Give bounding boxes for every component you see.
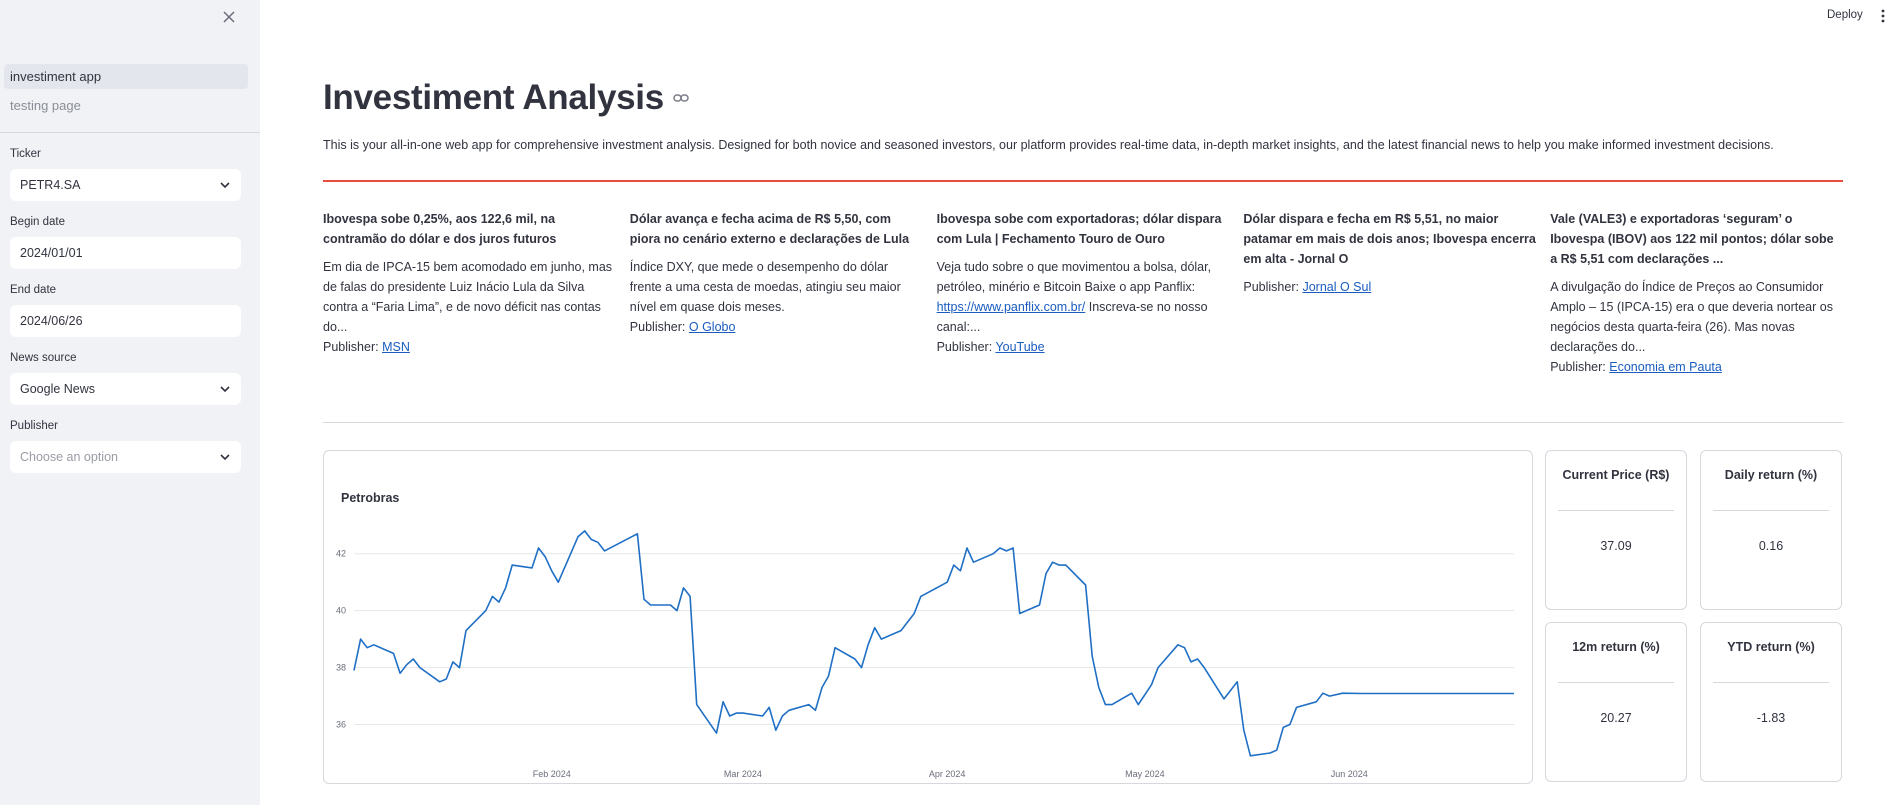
main-menu-icon[interactable] [1880, 9, 1886, 23]
metric-card-current-price: Current Price (R$) 37.09 [1545, 450, 1687, 610]
news-title: Dólar dispara e fecha em R$ 5,51, no mai… [1243, 212, 1536, 266]
y-tick-label: 42 [336, 549, 346, 559]
ticker-select[interactable]: PETR4.SA [10, 169, 241, 201]
end-date-label: End date [10, 284, 57, 296]
begin-date-input[interactable]: 2024/01/01 [10, 237, 241, 269]
y-tick-label: 40 [336, 606, 346, 616]
metric-label: 12m return (%) [1572, 640, 1660, 654]
news-item: Vale (VALE3) e exportadoras ‘seguram’ o … [1550, 209, 1843, 377]
metric-divider [1713, 682, 1829, 683]
price-chart[interactable]: 36 38 40 42 Feb 2024 Mar 2024 Apr 2024 May 2024… [324, 451, 1532, 783]
news-description: Índice DXY, que mede o desempenho do dól… [629, 260, 901, 314]
news-title: Ibovespa sobe 0,25%, aos 122,6 mil, na c… [323, 212, 557, 246]
metric-label: Current Price (R$) [1562, 468, 1670, 482]
metric-value: 37.09 [1600, 539, 1632, 553]
metric-label: YTD return (%) [1727, 640, 1815, 654]
news-publisher: Publisher: Economia em Pauta [1550, 357, 1843, 377]
metric-divider [1713, 510, 1829, 511]
end-date-input[interactable]: 2024/06/26 [10, 305, 241, 337]
header-divider [323, 180, 1843, 182]
metric-value: -1.83 [1756, 711, 1786, 725]
begin-date-label: Begin date [10, 216, 65, 228]
publisher-select[interactable]: Choose an option [10, 441, 241, 473]
publisher-placeholder: Choose an option [20, 450, 118, 464]
news-row: Ibovespa sobe 0,25%, aos 122,6 mil, na c… [323, 209, 1843, 377]
publisher-link[interactable]: Economia em Pauta [1609, 360, 1722, 374]
news-title: Ibovespa sobe com exportadoras; dólar di… [936, 212, 1222, 246]
metric-card-daily-return: Daily return (%) 0.16 [1700, 450, 1842, 610]
x-tick-label: Feb 2024 [533, 769, 571, 779]
metric-card-ytd-return: YTD return (%) -1.83 [1700, 622, 1842, 782]
news-publisher: Publisher: MSN [323, 337, 616, 357]
news-item: Dólar dispara e fecha em R$ 5,51, no mai… [1243, 209, 1536, 377]
x-tick-label: May 2024 [1125, 769, 1165, 779]
page-title-row: Investiment Analysis [323, 78, 690, 118]
news-publisher: Publisher: YouTube [937, 337, 1230, 357]
news-source-value: Google News [20, 382, 96, 396]
y-tick-label: 36 [336, 720, 346, 730]
metric-divider [1558, 510, 1674, 511]
news-desc-link[interactable]: https://www.panflix.com.br/ [937, 300, 1086, 314]
publisher-label: Publisher: [1243, 280, 1299, 294]
news-desc-text: Veja tudo sobre o que movimentou a bolsa… [936, 260, 1212, 294]
page-nav: investiment app testing page [4, 64, 248, 122]
publisher-label: Publisher: [936, 340, 993, 354]
metric-value: 20.27 [1600, 711, 1632, 725]
metric-value: 0.16 [1758, 539, 1784, 553]
deploy-button[interactable]: Deploy [1827, 9, 1863, 21]
ticker-value: PETR4.SA [20, 178, 81, 192]
publisher-link[interactable]: MSN [382, 340, 410, 354]
chevron-down-icon [220, 182, 230, 189]
price-line [353, 530, 1514, 757]
ticker-label: Ticker [10, 148, 41, 160]
metric-divider [1558, 682, 1674, 683]
close-icon [223, 11, 235, 23]
news-item: Ibovespa sobe 0,25%, aos 122,6 mil, na c… [323, 209, 616, 377]
x-tick-label: Apr 2024 [929, 769, 966, 779]
news-item: Ibovespa sobe com exportadoras; dólar di… [937, 209, 1230, 377]
news-description: Veja tudo sobre o que movimentou a bolsa… [937, 257, 1230, 337]
page-title: Investiment Analysis [323, 78, 664, 117]
news-publisher: Publisher: O Globo [630, 317, 923, 337]
y-tick-label: 38 [336, 663, 346, 673]
chevron-down-icon [220, 386, 230, 393]
nav-item-investiment-app[interactable]: investiment app [4, 64, 248, 89]
news-title: Vale (VALE3) e exportadoras ‘seguram’ o … [1550, 212, 1834, 266]
end-date-field: End date 2024/06/26 [10, 284, 241, 337]
end-date-value: 2024/06/26 [20, 314, 83, 328]
begin-date-value: 2024/01/01 [20, 246, 83, 260]
news-source-field: News source Google News [10, 352, 241, 405]
chevron-down-icon [220, 454, 230, 461]
sidebar: investiment app testing page Ticker PETR… [0, 0, 260, 805]
news-item: Dólar avança e fecha acima de R$ 5,50, c… [630, 209, 923, 377]
news-source-select[interactable]: Google News [10, 373, 241, 405]
close-sidebar-button[interactable] [218, 6, 240, 28]
publisher-field: Publisher Choose an option [10, 420, 241, 473]
news-publisher: Publisher: Jornal O Sul [1243, 277, 1536, 297]
publisher-label: Publisher: [323, 340, 379, 354]
nav-item-testing-page[interactable]: testing page [4, 93, 248, 118]
sidebar-divider [0, 132, 260, 133]
intro-text: This is your all-in-one web app for comp… [323, 138, 1774, 152]
news-title: Dólar avança e fecha acima de R$ 5,50, c… [629, 212, 910, 246]
anchor-link-icon[interactable] [672, 89, 690, 107]
news-description: Em dia de IPCA-15 bem acomodado em junho… [323, 260, 613, 334]
publisher-label: Publisher: [1550, 360, 1606, 374]
news-description: A divulgação do Índice de Preços ao Cons… [1550, 280, 1833, 354]
x-tick-label: Mar 2024 [724, 769, 762, 779]
price-chart-card: Petrobras 36 38 40 42 Feb 2024 Mar 2024 Apr 20… [323, 450, 1533, 784]
news-source-label: News source [10, 352, 77, 364]
ticker-field: Ticker PETR4.SA [10, 148, 241, 201]
publisher-label: Publisher [10, 420, 58, 432]
section-divider [323, 422, 1843, 423]
publisher-link[interactable]: Jornal O Sul [1302, 280, 1371, 294]
publisher-label: Publisher: [629, 320, 686, 334]
publisher-link[interactable]: O Globo [689, 320, 736, 334]
publisher-link[interactable]: YouTube [995, 340, 1044, 354]
begin-date-field: Begin date 2024/01/01 [10, 216, 241, 269]
metric-label: Daily return (%) [1724, 468, 1818, 482]
metric-card-12m-return: 12m return (%) 20.27 [1545, 622, 1687, 782]
x-tick-label: Jun 2024 [1331, 769, 1368, 779]
